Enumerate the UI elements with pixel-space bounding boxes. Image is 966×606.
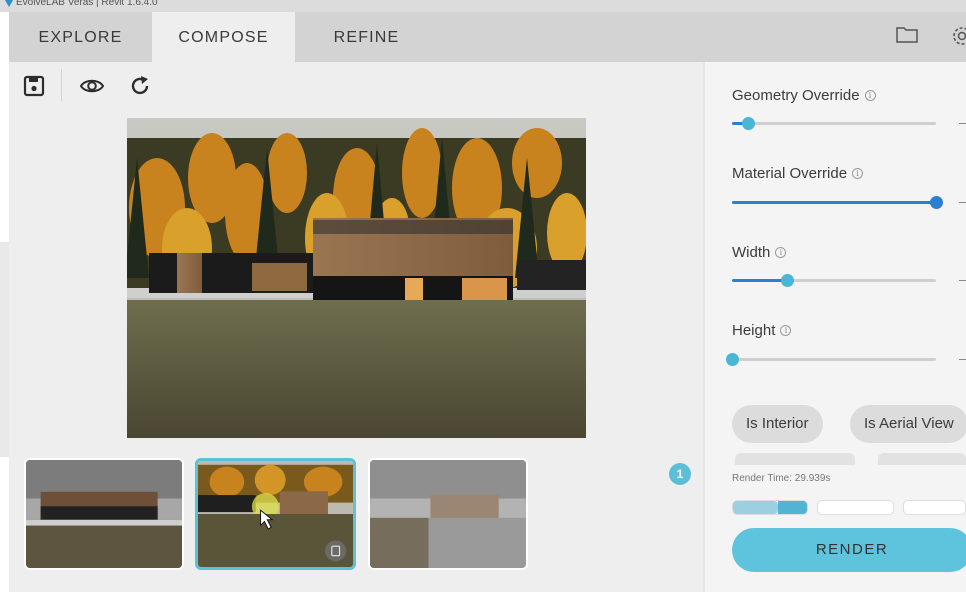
height-label: Height i (732, 322, 792, 339)
geometry-override-slider[interactable] (732, 117, 936, 130)
info-icon[interactable]: i (780, 325, 792, 336)
save-icon[interactable] (22, 74, 46, 98)
refresh-icon[interactable] (128, 74, 152, 98)
material-override-slider[interactable] (732, 196, 943, 209)
render-time: Render Time: 29.939s (732, 473, 831, 484)
is-interior-chip[interactable]: Is Interior (732, 405, 823, 443)
chip-row-2b[interactable] (878, 453, 966, 465)
main-render-image (127, 118, 586, 438)
toolbar-separator (61, 69, 62, 101)
tab-bar: EXPLORE COMPOSE REFINE (9, 12, 966, 62)
folder-icon[interactable] (896, 26, 918, 43)
material-override-label: Material Override i (732, 165, 864, 182)
queue-count-badge: 1 (669, 463, 691, 485)
progress-segment-1 (732, 500, 808, 515)
compose-panel: 1 (9, 62, 705, 592)
progress-segment-2 (817, 500, 894, 515)
render-button[interactable]: RENDER (732, 528, 966, 572)
eye-icon[interactable] (79, 74, 105, 98)
window-titlebar: EvolveLAB Veras | Revit 1.6.4.0 (0, 0, 966, 12)
settings-panel: Geometry Override i Material Override i Wi… (705, 62, 966, 592)
info-icon[interactable]: i (852, 168, 864, 179)
height-slider[interactable] (726, 353, 936, 366)
gear-icon[interactable] (944, 24, 966, 48)
delete-thumbnail-button[interactable] (325, 540, 347, 562)
slider-knob[interactable] (726, 353, 739, 366)
is-aerial-view-chip[interactable]: Is Aerial View (850, 405, 966, 443)
thumbnail-2-selected[interactable] (195, 458, 356, 570)
chip-row-2[interactable] (735, 453, 855, 465)
slider-knob[interactable] (781, 274, 794, 287)
window-title: EvolveLAB Veras | Revit 1.6.4.0 (16, 0, 158, 8)
tab-compose[interactable]: COMPOSE (152, 12, 295, 62)
geometry-override-label: Geometry Override i (732, 87, 876, 104)
progress-segment-3 (903, 500, 966, 515)
window-bottom-edge (9, 592, 966, 606)
app-logo-icon (5, 0, 13, 7)
width-slider[interactable] (732, 274, 936, 287)
info-icon[interactable]: i (775, 247, 787, 258)
slider-knob[interactable] (930, 196, 943, 209)
thumbnail-3[interactable] (368, 458, 528, 570)
info-icon[interactable]: i (864, 90, 876, 101)
tab-explore[interactable]: EXPLORE (9, 12, 152, 62)
tab-refine[interactable]: REFINE (295, 12, 438, 62)
thumbnail-1[interactable] (24, 458, 184, 570)
background-window-edge (0, 12, 9, 606)
slider-knob[interactable] (742, 117, 755, 130)
width-label: Width i (732, 244, 787, 261)
